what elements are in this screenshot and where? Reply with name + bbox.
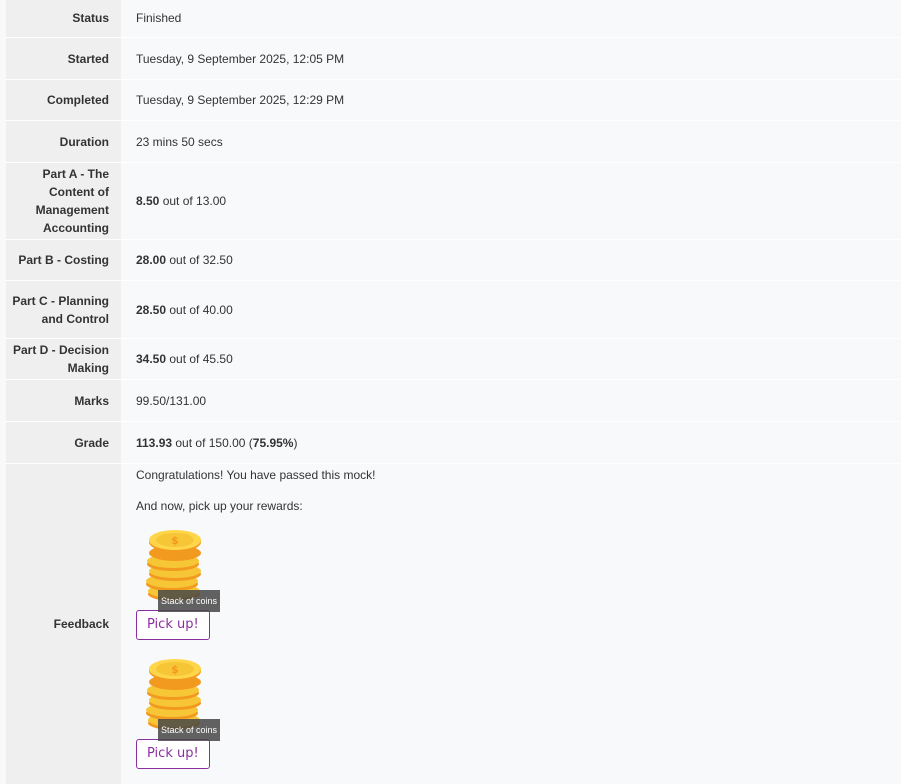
completed-label: Completed [6,80,121,120]
grade-score: 113.93 [136,435,173,450]
part-a-score: 8.50 [136,194,160,208]
part-d-out-of: out of 45.50 [166,352,233,366]
part-d-label: Part D - Decision Making [6,339,121,379]
quiz-summary-table: Status Finished Started Tuesday, 9 Septe… [6,0,901,784]
svg-text:$: $ [171,663,179,676]
part-a-out-of: out of 13.00 [159,194,227,208]
part-b-label: Part B - Costing [6,240,121,280]
grade-close: ) [293,435,298,450]
row-marks: Marks 99.50/131.00 [6,380,901,422]
row-part-b: Part B - Costing 28.00 out of 32.50 [6,240,901,281]
svg-text:$: $ [171,534,179,547]
pick-up-button[interactable]: Pick up! [136,739,210,769]
part-c-label: Part C - Planning and Control [6,281,121,338]
row-grade: Grade 113.93 out of 150.00 ( 75.95% ) [6,422,901,464]
completed-value: Tuesday, 9 September 2025, 12:29 PM [121,80,901,120]
marks-value: 99.50/131.00 [121,380,901,421]
coin-stack-icon: $ Stack of coins [144,528,221,612]
grade-value: 113.93 out of 150.00 ( 75.95% ) [121,422,901,463]
coin-tooltip: Stack of coins [158,590,221,612]
pick-up-button[interactable]: Pick up! [136,610,210,640]
grade-percent: 75.95% [252,435,294,450]
duration-value: 23 mins 50 secs [121,121,901,162]
row-duration: Duration 23 mins 50 secs [6,121,901,163]
row-status: Status Finished [6,0,901,38]
row-completed: Completed Tuesday, 9 September 2025, 12:… [6,80,901,121]
row-part-d: Part D - Decision Making 34.50 out of 45… [6,339,901,380]
part-a-value: 8.50 out of 13.00 [121,163,901,239]
part-c-score: 28.50 [136,302,167,317]
row-part-a: Part A - The Content of Management Accou… [6,163,901,240]
coin-stack-icon: $ Stack of coins [144,657,221,741]
status-value: Finished [121,0,901,37]
grade-label: Grade [6,422,121,463]
row-part-c: Part C - Planning and Control 28.50 out … [6,281,901,339]
feedback-congrats-text: Congratulations! You have passed this mo… [136,468,376,482]
part-c-out-of: out of 40.00 [166,302,233,317]
status-label: Status [6,0,121,37]
row-started: Started Tuesday, 9 September 2025, 12:05… [6,38,901,80]
feedback-value: Congratulations! You have passed this mo… [121,464,901,784]
part-d-score: 34.50 [136,352,167,366]
part-a-label: Part A - The Content of Management Accou… [6,163,121,239]
reward-item: $ Stack of coins Pick up! [136,528,226,640]
marks-label: Marks [6,380,121,421]
part-d-value: 34.50 out of 45.50 [121,339,901,379]
part-b-value: 28.00 out of 32.50 [121,240,901,280]
part-c-value: 28.50 out of 40.00 [121,281,901,338]
started-value: Tuesday, 9 September 2025, 12:05 PM [121,38,901,79]
feedback-label: Feedback [6,464,121,784]
part-b-score: 28.00 [136,253,167,267]
row-feedback: Feedback Congratulations! You have passe… [6,464,901,784]
part-b-out-of: out of 32.50 [166,253,233,267]
feedback-rewards-text: And now, pick up your rewards: [136,499,303,513]
duration-label: Duration [6,121,121,162]
coin-tooltip: Stack of coins [158,719,221,741]
grade-out-of: out of 150.00 ( [172,435,253,450]
started-label: Started [6,38,121,79]
reward-item: $ Stack of coins Pick up! [136,657,226,769]
